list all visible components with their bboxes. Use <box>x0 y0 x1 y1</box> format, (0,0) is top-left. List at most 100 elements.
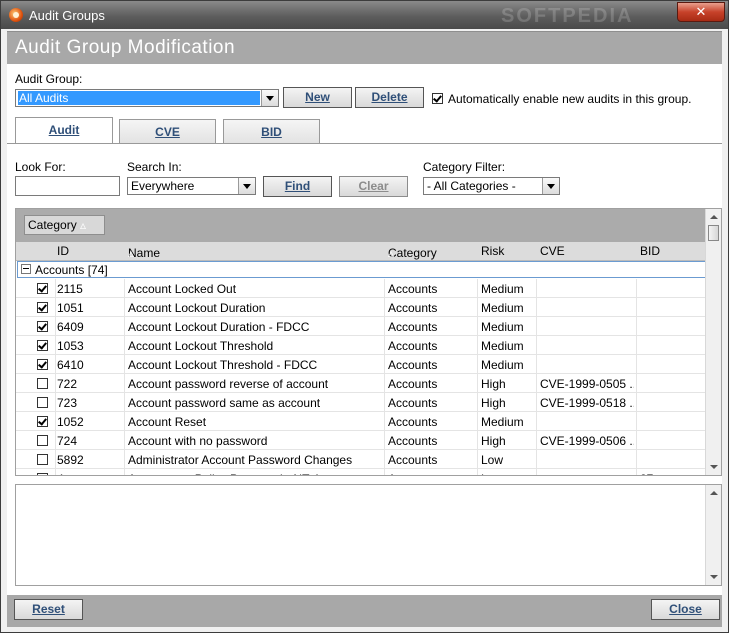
table-row[interactable]: 723 Account password same as account Accou… <box>16 393 707 412</box>
cell-id: 723 <box>57 396 78 410</box>
cell-name: Account with no password <box>128 434 268 448</box>
app-icon <box>9 8 23 22</box>
scroll-down-icon[interactable] <box>710 575 718 579</box>
delete-button[interactable]: Delete <box>355 87 424 108</box>
group-row-accounts[interactable]: Accounts [74] <box>17 261 706 278</box>
table-row[interactable]: 722 Account password reverse of account Ac… <box>16 374 707 393</box>
cell-name: Account Locked Out <box>128 282 237 296</box>
column-divider <box>536 279 537 475</box>
table-row[interactable]: 5892 Administrator Account Password Chang… <box>16 450 707 469</box>
table-row[interactable]: 724 Account with no password Accounts High C… <box>16 431 707 450</box>
category-filter-value: - All Categories - <box>427 179 516 193</box>
row-checkbox[interactable] <box>37 321 48 332</box>
cell-name: Account password reverse of account <box>128 377 329 391</box>
table-row[interactable]: 6409 Account Lockout Duration - FDCC Accou… <box>16 317 707 336</box>
table-row[interactable]: 6410 Account Lockout Threshold - FDCC Acco… <box>16 355 707 374</box>
new-button[interactable]: New <box>283 87 352 108</box>
sort-icon: ▵ <box>128 246 135 260</box>
row-checkbox[interactable] <box>37 378 48 389</box>
cell-name: Administrator Account Password Changes <box>128 453 353 467</box>
audit-group-dropdown[interactable]: All Audits <box>15 89 279 107</box>
category-filter-dropdown[interactable]: - All Categories - <box>423 177 560 195</box>
tab-audit[interactable]: Audit <box>15 117 113 144</box>
cell-name: Account password same as account <box>128 396 321 410</box>
column-header-id[interactable]: ID <box>57 244 69 258</box>
cell-name: Account Lockout Duration - FDCC <box>128 320 310 334</box>
row-checkbox[interactable] <box>37 435 48 446</box>
row-checkbox[interactable] <box>37 397 48 408</box>
auto-enable-label: Automatically enable new audits in this … <box>448 92 692 106</box>
chevron-down-icon[interactable] <box>238 178 255 194</box>
find-button[interactable]: Find <box>263 176 332 197</box>
cell-id: 1052 <box>57 415 84 429</box>
collapse-icon[interactable] <box>21 264 31 274</box>
cell-risk: High <box>481 434 506 448</box>
cell-risk: High <box>481 377 506 391</box>
table-row[interactable]: 1053 Account Lockout Threshold Accounts Med… <box>16 336 707 355</box>
cell-cve: CVE-1999-0506 ... <box>540 434 634 448</box>
cell-id: 6409 <box>57 320 84 334</box>
group-by-chip[interactable]: Category ▵ <box>24 215 105 235</box>
grid-scrollbar[interactable] <box>705 209 721 475</box>
scroll-up-icon[interactable] <box>710 215 718 219</box>
column-header-risk[interactable]: Risk <box>481 244 504 258</box>
table-row[interactable]: 1052 Account Reset Accounts Medium <box>16 412 707 431</box>
column-divider <box>55 279 56 475</box>
cell-category: Accounts <box>388 434 438 448</box>
column-header-row: ID Name ▵ Category ▵ Risk CVE BID <box>16 242 707 261</box>
chevron-down-icon[interactable] <box>542 178 559 194</box>
cell-name: Account Lockout Threshold - FDCC <box>128 358 318 372</box>
column-header-cve[interactable]: CVE <box>540 244 565 258</box>
cell-category: Accounts <box>388 472 476 475</box>
cell-id: 1053 <box>57 339 84 353</box>
cell-risk: Medium <box>481 320 524 334</box>
tab-bid[interactable]: BID <box>223 119 320 144</box>
audit-grid: Category ▵ ID Name ▵ Category ▵ Risk CVE… <box>15 208 722 476</box>
cell-risk: Medium <box>481 415 524 429</box>
chevron-down-icon[interactable] <box>261 90 278 106</box>
column-divider <box>477 279 478 475</box>
table-row[interactable]: 4 Anonymous Policy Password - NT 4 Account… <box>16 469 707 475</box>
cell-risk: High <box>481 396 506 410</box>
reset-button[interactable]: Reset <box>14 599 83 620</box>
row-checkbox[interactable] <box>37 416 48 427</box>
row-checkbox[interactable] <box>37 340 48 351</box>
look-for-label: Look For: <box>15 160 66 174</box>
tab-cve[interactable]: CVE <box>119 119 216 144</box>
auto-enable-checkbox[interactable] <box>432 93 443 104</box>
scroll-down-icon[interactable] <box>710 465 718 469</box>
title-bar[interactable]: Audit Groups SOFTPEDIA ✕ <box>1 1 728 29</box>
scroll-thumb[interactable] <box>708 225 719 241</box>
search-in-value: Everywhere <box>131 179 195 193</box>
close-button[interactable]: Close <box>651 599 720 620</box>
row-checkbox[interactable] <box>37 283 48 294</box>
search-in-dropdown[interactable]: Everywhere <box>127 177 256 195</box>
cell-id: 722 <box>57 377 78 391</box>
audit-group-value: All Audits <box>18 91 260 105</box>
cell-name: Account Lockout Threshold <box>128 339 274 353</box>
description-scrollbar[interactable] <box>705 485 721 585</box>
row-checkbox[interactable] <box>37 359 48 370</box>
column-header-bid[interactable]: BID <box>640 244 660 258</box>
cell-category: Accounts <box>388 396 438 410</box>
description-panel[interactable] <box>15 484 722 586</box>
cell-risk: Low <box>481 472 536 475</box>
row-checkbox[interactable] <box>37 302 48 313</box>
cell-risk: Low <box>481 453 504 467</box>
cell-id: 1051 <box>57 301 84 315</box>
column-header-category-label: Category <box>388 246 437 260</box>
look-for-input[interactable] <box>15 176 120 196</box>
scroll-up-icon[interactable] <box>710 491 718 495</box>
table-row[interactable]: 2115 Account Locked Out Accounts Medium <box>16 279 707 298</box>
table-row[interactable]: 1051 Account Lockout Duration Accounts Medi… <box>16 298 707 317</box>
cell-category: Accounts <box>388 301 438 315</box>
audit-group-label: Audit Group: <box>15 72 83 86</box>
window-close-button[interactable]: ✕ <box>677 2 725 22</box>
cell-id: 724 <box>57 434 78 448</box>
watermark-text: SOFTPEDIA <box>501 5 634 27</box>
row-checkbox[interactable] <box>37 473 48 475</box>
clear-button[interactable]: Clear <box>339 176 408 197</box>
row-checkbox[interactable] <box>37 454 48 465</box>
header-band: Audit Group Modification <box>7 31 722 65</box>
cell-id: 6410 <box>57 358 84 372</box>
